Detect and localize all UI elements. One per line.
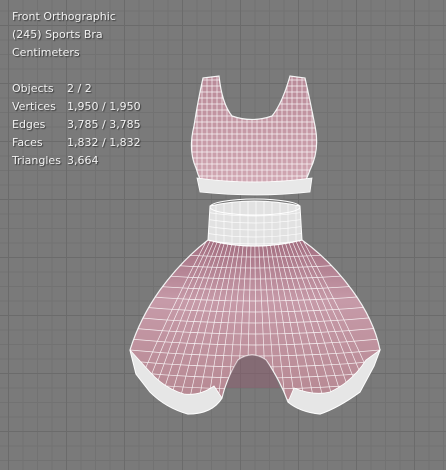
mesh-render[interactable] bbox=[0, 0, 446, 470]
wire-edge bbox=[120, 415, 390, 422]
3d-viewport[interactable]: Front Orthographic (245) Sports Bra Cent… bbox=[0, 0, 446, 470]
sports-bra-mesh[interactable] bbox=[186, 74, 322, 196]
wire-edge bbox=[130, 403, 380, 412]
bra-wireframe bbox=[191, 76, 317, 193]
shorts-mesh[interactable] bbox=[120, 198, 390, 422]
